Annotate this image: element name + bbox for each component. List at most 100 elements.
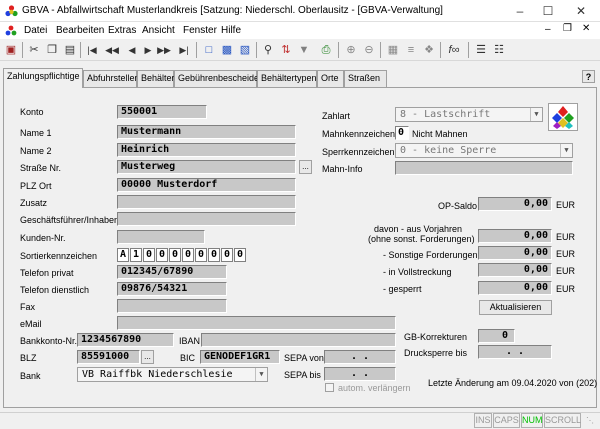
bank-select[interactable]: VB Raiffbk Niederschlesie ▼ [77, 367, 268, 382]
mdi-minimize-button[interactable]: – [545, 24, 551, 35]
sortier-cell[interactable]: 0 [234, 248, 246, 262]
last-record-icon[interactable]: ▶| [176, 42, 192, 58]
mahnkennzeichen-label: Mahnkennzeichen [322, 129, 396, 139]
drucksperre-field[interactable]: . . [478, 345, 552, 359]
sortier-cell[interactable]: 0 [143, 248, 155, 262]
name2-field[interactable]: Heinrich [117, 143, 296, 157]
bic-field[interactable]: GENODEF1GR1 [200, 350, 280, 364]
sonstige-field: 0,00 [478, 246, 552, 260]
help-button[interactable]: ? [582, 70, 595, 83]
sperrkennzeichen-select[interactable]: 0 - keine Sperre ▼ [395, 143, 573, 158]
new-record-icon[interactable]: □ [201, 42, 217, 58]
telefon-privat-field[interactable]: 012345/67890 [117, 265, 227, 279]
next-record-icon[interactable]: ▶ [140, 42, 156, 58]
mahnkennzeichen-field[interactable]: 0 [395, 126, 409, 140]
tab-abfuhrstellen[interactable]: Abfuhrstellen [83, 70, 140, 87]
blz-lookup-button[interactable]: ... [141, 350, 154, 364]
iban-field[interactable] [201, 333, 396, 347]
tab-orte[interactable]: Orte [317, 70, 344, 87]
sortier-cell[interactable]: A [117, 248, 129, 262]
search-icon[interactable]: ⚲ [260, 42, 276, 58]
mdi-close-button[interactable]: ✕ [582, 23, 590, 34]
sortier-cell[interactable]: 0 [169, 248, 181, 262]
toolbar-separator [468, 42, 469, 58]
chevron-down-icon[interactable]: ▼ [530, 108, 542, 121]
geschaeftsfuehrer-field[interactable] [117, 212, 296, 226]
zusatz-field[interactable] [117, 195, 296, 209]
autom-verlaengern-label: autom. verlängern [338, 383, 411, 393]
menu-ansicht[interactable]: Ansicht [142, 25, 175, 36]
toolbar-separator [196, 42, 197, 58]
mdi-restore-button[interactable]: ❐ [563, 23, 572, 34]
strasse-field[interactable]: Musterweg [117, 160, 296, 174]
name1-field[interactable]: Mustermann [117, 125, 296, 139]
menu-datei[interactable]: Datei [24, 25, 47, 36]
save-icon[interactable]: ▩ [219, 42, 235, 58]
sortierkennzeichen-label: Sortierkennzeichen [20, 251, 98, 261]
sepa-von-field[interactable]: . . [324, 350, 396, 364]
chevron-down-icon[interactable]: ▼ [255, 368, 267, 381]
bankkonto-field[interactable]: 1234567890 [77, 333, 174, 347]
print-icon[interactable]: ⎙ [318, 42, 334, 58]
grid-icon[interactable]: ▦ [385, 42, 401, 58]
kunden-nr-field[interactable] [117, 230, 205, 244]
copy-icon[interactable]: ❐ [44, 42, 60, 58]
tools-icon[interactable]: ❖ [421, 42, 437, 58]
sortier-cell[interactable]: 1 [130, 248, 142, 262]
tab-behaeltertypen[interactable]: Behältertypen [257, 70, 317, 87]
sort-icon[interactable]: ⇅ [278, 42, 294, 58]
next-page-icon[interactable]: ▶▶ [156, 42, 172, 58]
maximize-button[interactable]: ☐ [533, 0, 563, 22]
telefon-privat-label: Telefon privat [20, 268, 74, 278]
sortier-cell[interactable]: 0 [156, 248, 168, 262]
split-icon[interactable]: ≡ [403, 42, 419, 58]
sepa-bis-field[interactable]: . . [324, 367, 396, 381]
fax-field[interactable] [117, 299, 227, 313]
strasse-lookup-button[interactable]: ... [299, 160, 312, 174]
menu-bearbeiten[interactable]: Bearbeiten [56, 25, 104, 36]
tab-behaelter[interactable]: Behälter [137, 70, 175, 87]
menu-hilfe[interactable]: Hilfe [221, 25, 241, 36]
vollstreckung-field: 0,00 [478, 263, 552, 277]
sortier-cell[interactable]: 0 [208, 248, 220, 262]
menu-extras[interactable]: Extras [108, 25, 136, 36]
autom-verlaengern-checkbox[interactable] [325, 383, 334, 392]
email-label: eMail [20, 319, 42, 329]
tab-gebuehrenbescheide[interactable]: Gebührenbescheide [174, 70, 259, 87]
formula-icon[interactable]: f∞ [444, 42, 464, 58]
tab-strassen[interactable]: Straßen [344, 70, 387, 87]
prev-record-icon[interactable]: ◀ [124, 42, 140, 58]
zoom-out-icon[interactable]: ⊖ [361, 42, 377, 58]
aktualisieren-button[interactable]: Aktualisieren [479, 300, 552, 315]
menu-fenster[interactable]: Fenster [183, 25, 217, 36]
first-record-icon[interactable]: |◀ [84, 42, 100, 58]
minimize-button[interactable]: – [505, 0, 535, 22]
email-field[interactable] [117, 316, 396, 330]
telefon-dienstlich-field[interactable]: 09876/54321 [117, 282, 227, 296]
konto-field[interactable]: 550001 [117, 105, 207, 119]
sortier-cell[interactable]: 0 [182, 248, 194, 262]
zahlart-select[interactable]: 8 - Lastschrift ▼ [395, 107, 543, 122]
zoom-in-icon[interactable]: ⊕ [343, 42, 359, 58]
plz-ort-field[interactable]: 00000 Musterdorf [117, 178, 296, 192]
mahn-info-field[interactable] [395, 161, 573, 175]
exit-icon[interactable]: ▣ [3, 42, 19, 58]
cut-icon[interactable]: ✂ [26, 42, 42, 58]
list-icon[interactable]: ☰ [473, 42, 489, 58]
blz-field[interactable]: 85591000 [77, 350, 140, 364]
filter-icon[interactable]: ▼ [296, 42, 312, 58]
details-icon[interactable]: ☷ [491, 42, 507, 58]
delete-record-icon[interactable]: ▧ [237, 42, 253, 58]
tab-zahlungspflichtige[interactable]: Zahlungspflichtige [3, 68, 83, 88]
sortier-cell[interactable]: 0 [221, 248, 233, 262]
prev-page-icon[interactable]: ◀◀ [104, 42, 120, 58]
toolbar-separator [22, 42, 23, 58]
chevron-down-icon[interactable]: ▼ [560, 144, 572, 157]
status-caps: CAPS [493, 413, 520, 428]
paste-icon[interactable]: ▤ [62, 42, 78, 58]
name1-label: Name 1 [20, 128, 52, 138]
close-button[interactable]: ✕ [566, 0, 596, 22]
zahlart-logo-button[interactable] [548, 103, 578, 131]
sortier-cell[interactable]: 0 [195, 248, 207, 262]
resize-grip-icon[interactable]: ⋱ [586, 416, 594, 425]
